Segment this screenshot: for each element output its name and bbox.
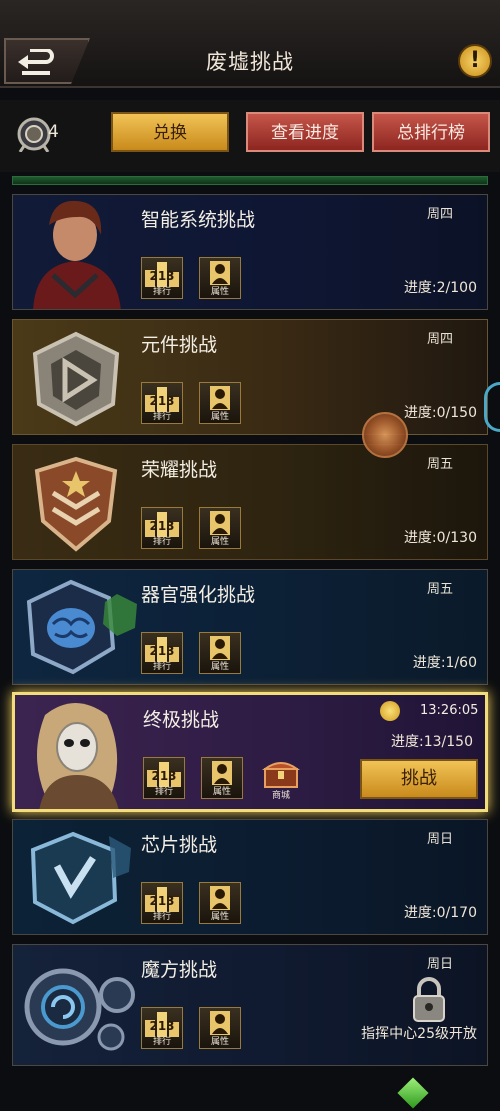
attribute-button[interactable]: 属性 <box>199 882 241 924</box>
svg-text:213: 213 <box>149 1019 174 1033</box>
clock-icon <box>380 701 400 721</box>
gem-icon <box>397 1077 429 1109</box>
attribute-caption: 属性 <box>210 662 229 672</box>
ranking-button[interactable]: 213 排行 <box>141 1007 183 1049</box>
challenge-progress: 进度:2/100 <box>403 280 477 296</box>
exchange-button[interactable]: 兑换 <box>111 112 229 152</box>
component-badge-icon <box>32 331 120 427</box>
cube-gear-icon <box>24 968 135 1051</box>
challenge-progress: 进度:1/60 <box>412 655 477 671</box>
masked-warrior-portrait <box>37 703 119 809</box>
svg-text:213: 213 <box>149 394 174 408</box>
challenge-card-intelligent-system[interactable]: 智能系统挑战 周四 213 排行 属性 进度:2/100 <box>12 194 488 310</box>
challenge-card-rubiks-cube[interactable]: 魔方挑战 周日 213 排行 属性 指挥中心25级开放 <box>12 944 488 1066</box>
challenge-title: 元件挑战 <box>141 334 218 356</box>
floating-orb-button[interactable] <box>362 412 408 458</box>
countdown-timer: 13:26:05 <box>380 701 484 721</box>
challenge-progress: 进度:13/150 <box>391 734 473 750</box>
challenge-button[interactable]: 挑战 <box>360 759 478 799</box>
attribute-button[interactable]: 属性 <box>201 757 243 799</box>
ranking-caption: 排行 <box>152 662 171 672</box>
ranking-caption: 排行 <box>154 787 173 797</box>
challenge-day: 周日 <box>426 957 453 972</box>
challenge-card-component[interactable]: 元件挑战 周四 213 排行 属性 进度:0/150 <box>12 319 488 435</box>
attribute-caption: 属性 <box>212 787 231 797</box>
page-title: 废墟挑战 <box>206 50 294 74</box>
challenge-progress: 进度:0/130 <box>403 530 477 546</box>
challenge-title: 魔方挑战 <box>141 959 218 981</box>
ranking-caption: 排行 <box>152 412 171 422</box>
ranking-button[interactable]: 213 排行 <box>141 507 183 549</box>
ranking-button[interactable]: 213 排行 <box>141 882 183 924</box>
attribute-caption: 属性 <box>210 412 229 422</box>
attribute-button[interactable]: 属性 <box>199 382 241 424</box>
challenge-card-honor[interactable]: 荣耀挑战 周五 213 排行 属性 进度:0/130 <box>12 444 488 560</box>
treasure-chest-icon <box>261 762 301 788</box>
top-bar: 废墟挑战 ! <box>0 0 500 88</box>
challenge-card-organ-enhance[interactable]: 器官强化挑战 周五 213 排行 属性 进度:1/60 <box>12 569 488 685</box>
challenge-card-ultimate[interactable]: 终极挑战 13:26:05 进度:13/150 213 排行 属性 商城 挑战 <box>12 692 488 812</box>
ranking-caption: 排行 <box>152 912 171 922</box>
challenge-title: 芯片挑战 <box>141 834 218 856</box>
unlock-requirement: 指挥中心25级开放 <box>361 1026 477 1042</box>
honor-badge-icon <box>34 456 118 552</box>
challenge-progress: 进度:0/150 <box>403 405 477 421</box>
challenge-day: 周日 <box>426 832 453 847</box>
medal-icon <box>17 117 51 152</box>
shop-caption: 商城 <box>271 791 290 801</box>
medal-count: 4 <box>48 122 59 142</box>
challenge-title: 终极挑战 <box>143 709 220 731</box>
brain-badge-icon <box>26 579 137 675</box>
ranking-caption: 排行 <box>152 537 171 547</box>
svg-text:213: 213 <box>149 269 174 283</box>
attribute-caption: 属性 <box>210 912 229 922</box>
svg-text:213: 213 <box>151 769 176 783</box>
challenge-day: 周四 <box>426 332 453 347</box>
svg-text:213: 213 <box>149 519 174 533</box>
chip-badge-icon <box>30 831 131 925</box>
attribute-button[interactable]: 属性 <box>199 257 241 299</box>
heroine-portrait <box>33 200 121 309</box>
countdown-text: 13:26:05 <box>420 703 479 718</box>
attribute-button[interactable]: 属性 <box>199 1007 241 1049</box>
challenge-title: 器官强化挑战 <box>141 584 256 606</box>
ranking-caption: 排行 <box>152 287 171 297</box>
svg-text:213: 213 <box>149 894 174 908</box>
ranking-caption: 排行 <box>152 1037 171 1047</box>
attribute-button[interactable]: 属性 <box>199 632 241 674</box>
challenge-day: 周五 <box>426 582 453 597</box>
challenge-title: 荣耀挑战 <box>141 459 218 481</box>
lock-icon <box>413 977 445 1022</box>
shop-button[interactable]: 商城 <box>259 757 303 801</box>
ranking-button[interactable]: 213 排行 <box>143 757 185 799</box>
attribute-caption: 属性 <box>210 287 229 297</box>
ranking-button[interactable]: 213 排行 <box>141 257 183 299</box>
progress-strip <box>12 176 488 185</box>
challenge-card-chip[interactable]: 芯片挑战 周日 213 排行 属性 进度:0/170 <box>12 819 488 935</box>
attribute-caption: 属性 <box>210 537 229 547</box>
info-button[interactable]: ! <box>458 44 492 78</box>
toolbar: 4 兑换 查看进度 总排行榜 <box>0 100 500 172</box>
svg-text:213: 213 <box>149 644 174 658</box>
challenge-day: 周五 <box>426 457 453 472</box>
total-ranking-button[interactable]: 总排行榜 <box>372 112 490 152</box>
challenge-title: 智能系统挑战 <box>141 209 256 231</box>
side-drawer-handle[interactable] <box>484 382 500 432</box>
attribute-button[interactable]: 属性 <box>199 507 241 549</box>
ranking-button[interactable]: 213 排行 <box>141 632 183 674</box>
challenge-progress: 进度:0/170 <box>403 905 477 921</box>
challenge-day: 周四 <box>426 207 453 222</box>
attribute-caption: 属性 <box>210 1037 229 1047</box>
view-progress-button[interactable]: 查看进度 <box>246 112 364 152</box>
ranking-button[interactable]: 213 排行 <box>141 382 183 424</box>
